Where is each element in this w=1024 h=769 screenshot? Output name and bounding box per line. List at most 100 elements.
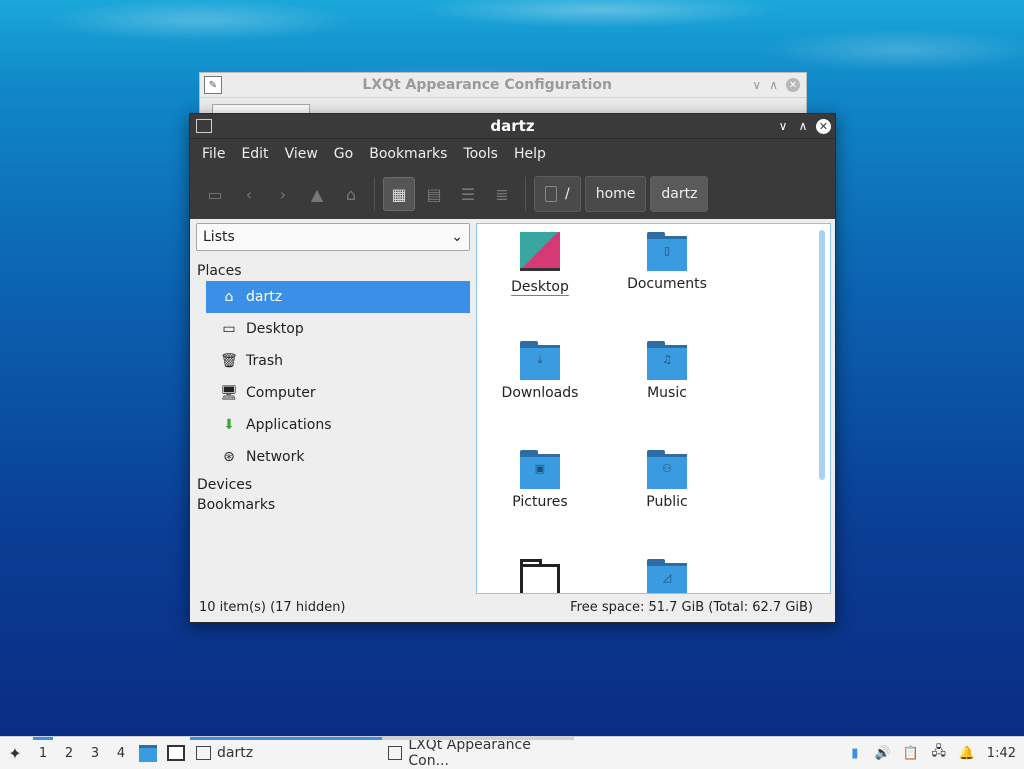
menu-edit[interactable]: Edit <box>235 146 274 162</box>
path-root-button[interactable]: / <box>534 176 581 212</box>
thumbnail-view-icon[interactable]: ▤ <box>419 178 449 210</box>
forward-icon[interactable]: › <box>268 178 298 210</box>
sidebar-item-label: Computer <box>246 385 316 401</box>
window-title: dartz <box>490 117 535 135</box>
devices-heading[interactable]: Devices <box>196 477 470 493</box>
volume-icon[interactable]: 🔊 <box>875 745 891 761</box>
appearance-app-icon: ✎ <box>204 76 222 94</box>
path-dartz-button[interactable]: dartz <box>650 176 709 212</box>
quicklaunch-show-desktop[interactable] <box>162 745 190 761</box>
file-item-music[interactable]: ♫ Music <box>607 341 727 401</box>
workspace-2[interactable]: 2 <box>56 737 82 769</box>
file-item-templates[interactable] <box>480 559 600 593</box>
sidebar-item-dartz[interactable]: ⌂ dartz <box>206 281 470 313</box>
file-item-public[interactable]: ⚇ Public <box>607 450 727 510</box>
task-appearance-config[interactable]: LXQt Appearance Con... <box>382 737 574 769</box>
file-item-desktop[interactable]: Desktop <box>480 232 600 295</box>
minimize-button[interactable]: ∨ <box>776 119 790 133</box>
appearance-maximize-button[interactable]: ∧ <box>769 78 778 92</box>
file-item-downloads[interactable]: ⤓ Downloads <box>480 341 600 401</box>
public-folder-icon: ⚇ <box>647 450 687 489</box>
network-icon: ⊛ <box>223 449 235 465</box>
file-manager-window[interactable]: dartz ∨ ∧ ✕ File Edit View Go Bookmarks … <box>189 113 836 623</box>
window-titlebar[interactable]: dartz ∨ ∧ ✕ <box>190 114 835 138</box>
network-tray-icon[interactable]: 🖧 <box>931 744 947 761</box>
notification-bell-icon[interactable]: 🔔 <box>959 745 975 761</box>
folder-app-icon <box>196 746 211 760</box>
compact-view-icon[interactable]: ☰ <box>453 178 483 210</box>
workspace-4[interactable]: 4 <box>108 737 134 769</box>
places-heading[interactable]: Places <box>196 263 470 279</box>
item-count: 10 item(s) (17 hidden) <box>199 599 346 615</box>
file-label: Documents <box>627 276 707 292</box>
side-pane-mode-select[interactable]: Lists ⌄ <box>196 223 470 251</box>
downloads-folder-icon: ⤓ <box>520 341 560 380</box>
templates-folder-icon <box>520 559 560 593</box>
up-icon[interactable]: ▲ <box>302 178 332 210</box>
clock[interactable]: 1:42 <box>987 746 1016 761</box>
menubar: File Edit View Go Bookmarks Tools Help <box>190 138 835 169</box>
file-view-scrollbar[interactable] <box>819 230 825 480</box>
menu-bookmarks[interactable]: Bookmarks <box>363 146 453 162</box>
workspace-3[interactable]: 3 <box>82 737 108 769</box>
menu-help[interactable]: Help <box>508 146 552 162</box>
sidebar-item-label: Desktop <box>246 321 304 337</box>
file-label: Pictures <box>512 494 568 510</box>
file-item-videos[interactable]: ◿ <box>607 559 727 593</box>
sidebar-item-desktop[interactable]: ▭ Desktop <box>206 313 470 345</box>
sidebar-item-network[interactable]: ⊛ Network <box>206 441 470 473</box>
keyboard-layout-icon[interactable]: ▮ <box>847 745 863 761</box>
folder-icon <box>139 744 157 762</box>
folder-icon: ◿ <box>647 559 687 593</box>
maximize-button[interactable]: ∧ <box>796 119 810 133</box>
home-icon: ⌂ <box>224 289 234 305</box>
appearance-titlebar[interactable]: ✎ LXQt Appearance Configuration ∨ ∧ ✕ <box>200 73 806 98</box>
file-item-pictures[interactable]: ▣ Pictures <box>480 450 600 510</box>
sidebar-item-computer[interactable]: 🖥 Computer <box>206 377 470 409</box>
task-label: LXQt Appearance Con... <box>408 737 531 769</box>
desktop-icon <box>167 745 185 761</box>
sidebar-item-applications[interactable]: ⬇ Applications <box>206 409 470 441</box>
sidebar-item-label: Network <box>246 449 305 465</box>
menu-go[interactable]: Go <box>328 146 359 162</box>
sidebar-item-trash[interactable]: 🗑 Trash <box>206 345 470 377</box>
menu-file[interactable]: File <box>196 146 231 162</box>
free-space: Free space: 51.7 GiB (Total: 62.7 GiB) <box>570 599 813 615</box>
appearance-minimize-button[interactable]: ∨ <box>752 78 761 92</box>
sidebar-item-label: Applications <box>246 417 332 433</box>
bookmarks-heading[interactable]: Bookmarks <box>196 497 470 513</box>
task-label: dartz <box>217 745 254 761</box>
home-icon[interactable]: ⌂ <box>336 178 366 210</box>
status-bar: 10 item(s) (17 hidden) Free space: 51.7 … <box>190 594 835 620</box>
file-label: Desktop <box>511 279 569 295</box>
close-button[interactable]: ✕ <box>816 118 831 134</box>
detailed-view-icon[interactable]: ≣ <box>487 178 517 210</box>
toolbar-separator <box>525 177 526 211</box>
path-home-button[interactable]: home <box>584 176 647 212</box>
sidebar-item-label: dartz <box>246 289 283 305</box>
menu-tools[interactable]: Tools <box>457 146 504 162</box>
folder-app-icon <box>196 119 212 133</box>
task-dartz[interactable]: dartz <box>190 737 382 769</box>
pictures-folder-icon: ▣ <box>520 450 560 489</box>
drive-icon <box>545 186 557 202</box>
main-menu-icon[interactable]: ✦ <box>0 744 30 763</box>
file-view[interactable]: Desktop ▯ Documents ⤓ Downloads ♫ Music … <box>476 223 831 594</box>
appearance-close-button[interactable]: ✕ <box>786 78 800 92</box>
file-item-documents[interactable]: ▯ Documents <box>607 232 727 292</box>
clipboard-icon[interactable]: 📋 <box>903 745 919 761</box>
icon-view-icon[interactable]: ▦ <box>383 177 415 211</box>
side-pane-mode-value: Lists <box>203 229 235 245</box>
toolbar-separator <box>374 177 375 211</box>
documents-folder-icon: ▯ <box>647 232 687 271</box>
desktop-folder-icon <box>520 232 560 271</box>
menu-view[interactable]: View <box>279 146 324 162</box>
back-icon[interactable]: ‹ <box>234 178 264 210</box>
computer-icon: 🖥 <box>220 385 238 401</box>
workspace-1[interactable]: 1 <box>30 737 56 769</box>
file-label: Downloads <box>501 385 579 401</box>
quicklaunch-file-manager[interactable] <box>134 744 162 762</box>
appearance-window-title: LXQt Appearance Configuration <box>362 77 613 93</box>
file-label: Music <box>647 385 687 401</box>
new-tab-icon[interactable]: ▭ <box>200 178 230 210</box>
